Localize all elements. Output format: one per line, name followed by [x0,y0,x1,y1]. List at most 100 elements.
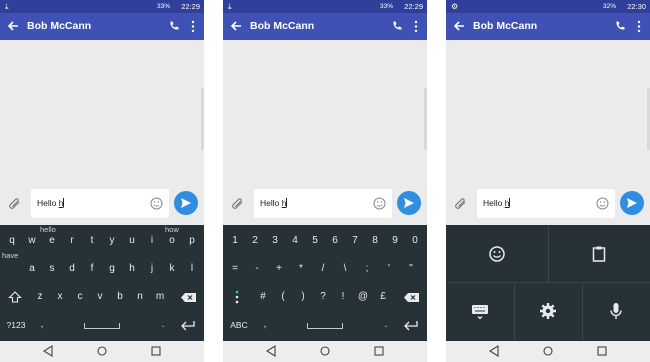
key-a[interactable]: a [24,263,40,275]
symbols-key[interactable]: ?123 [3,319,29,331]
enter-icon[interactable] [180,320,196,331]
clipboard-icon[interactable] [589,244,609,264]
key-r[interactable]: r [64,235,80,247]
key-i[interactable]: i [144,235,160,247]
key-4[interactable]: 4 [287,235,303,247]
nav-recents-icon[interactable] [596,345,608,357]
key-quote[interactable]: " [403,263,419,275]
send-button[interactable] [174,191,198,215]
suggestion-hello[interactable]: hello [40,225,56,234]
space-bar[interactable] [84,323,120,329]
more-symbols-icon[interactable] [234,289,240,305]
key-comma[interactable]: , [36,319,48,331]
key-j[interactable]: j [144,263,160,275]
nav-home-icon[interactable] [542,345,554,357]
more-options-icon[interactable] [636,20,642,33]
key-n[interactable]: n [132,291,148,303]
key-u[interactable]: u [124,235,140,247]
microphone-icon[interactable] [606,301,626,321]
nav-recents-icon[interactable] [150,345,162,357]
nav-back-icon[interactable] [488,345,500,357]
attachment-icon[interactable] [231,198,245,210]
nav-back-icon[interactable] [265,345,277,357]
key-8[interactable]: 8 [367,235,383,247]
key-d[interactable]: d [64,263,80,275]
key-s[interactable]: s [44,263,60,275]
key-q[interactable]: q [4,235,20,247]
backspace-icon[interactable] [180,292,197,303]
key-plus[interactable]: + [271,263,287,275]
key-period[interactable]: . [381,319,391,331]
space-bar[interactable] [307,323,343,329]
key-minus[interactable]: - [249,263,265,275]
key-6[interactable]: 6 [327,235,343,247]
more-options-icon[interactable] [190,20,196,33]
message-input[interactable]: Hello h [31,189,169,218]
key-3[interactable]: 3 [267,235,283,247]
key-9[interactable]: 9 [387,235,403,247]
key-y[interactable]: y [104,235,120,247]
key-g[interactable]: g [104,263,120,275]
more-options-icon[interactable] [413,20,419,33]
enter-icon[interactable] [403,320,419,331]
phone-call-icon[interactable] [168,20,180,32]
back-arrow-icon[interactable] [452,19,466,33]
back-arrow-icon[interactable] [229,19,243,33]
key-apostrophe[interactable]: ' [381,263,397,275]
key-at[interactable]: @ [355,291,371,303]
phone-call-icon[interactable] [614,20,626,32]
key-pound[interactable]: £ [375,291,391,303]
key-e[interactable]: e [44,235,60,247]
key-h[interactable]: h [124,263,140,275]
key-m[interactable]: m [152,291,168,303]
keyboard-icon[interactable] [470,301,490,321]
nav-recents-icon[interactable] [373,345,385,357]
backspace-icon[interactable] [403,292,420,303]
key-x[interactable]: x [52,291,68,303]
nav-back-icon[interactable] [42,345,54,357]
key-slash[interactable]: / [315,263,331,275]
shift-icon[interactable] [8,291,22,303]
emoji-icon[interactable] [487,244,507,264]
key-7[interactable]: 7 [347,235,363,247]
key-close-paren[interactable]: ) [295,291,311,303]
suggestion-how[interactable]: how [165,225,179,234]
key-v[interactable]: v [92,291,108,303]
key-question[interactable]: ? [315,291,331,303]
key-open-paren[interactable]: ( [275,291,291,303]
key-asterisk[interactable]: * [293,263,309,275]
key-o[interactable]: o [164,235,180,247]
key-f[interactable]: f [84,263,100,275]
key-p[interactable]: p [184,235,200,247]
key-comma[interactable]: , [259,319,271,331]
key-l[interactable]: l [184,263,200,275]
attachment-icon[interactable] [8,198,22,210]
key-exclamation[interactable]: ! [335,291,351,303]
attachment-icon[interactable] [454,198,468,210]
key-period[interactable]: . [158,319,168,331]
key-b[interactable]: b [112,291,128,303]
send-button[interactable] [397,191,421,215]
key-w[interactable]: w [24,235,40,247]
key-z[interactable]: z [32,291,48,303]
phone-call-icon[interactable] [391,20,403,32]
nav-home-icon[interactable] [319,345,331,357]
emoji-icon[interactable] [373,197,386,210]
key-semicolon[interactable]: ; [359,263,375,275]
key-2[interactable]: 2 [247,235,263,247]
key-0[interactable]: 0 [407,235,423,247]
key-backslash[interactable]: \ [337,263,353,275]
key-hash[interactable]: # [255,291,271,303]
key-t[interactable]: t [84,235,100,247]
settings-icon[interactable] [538,301,558,321]
send-button[interactable] [620,191,644,215]
key-c[interactable]: c [72,291,88,303]
key-equals[interactable]: = [227,263,243,275]
message-input[interactable]: Hello h [477,189,615,218]
key-5[interactable]: 5 [307,235,323,247]
back-arrow-icon[interactable] [6,19,20,33]
message-input[interactable]: Hello h [254,189,392,218]
suggestion-have[interactable]: have [2,251,18,260]
abc-key[interactable]: ABC [226,319,252,331]
emoji-icon[interactable] [596,197,609,210]
